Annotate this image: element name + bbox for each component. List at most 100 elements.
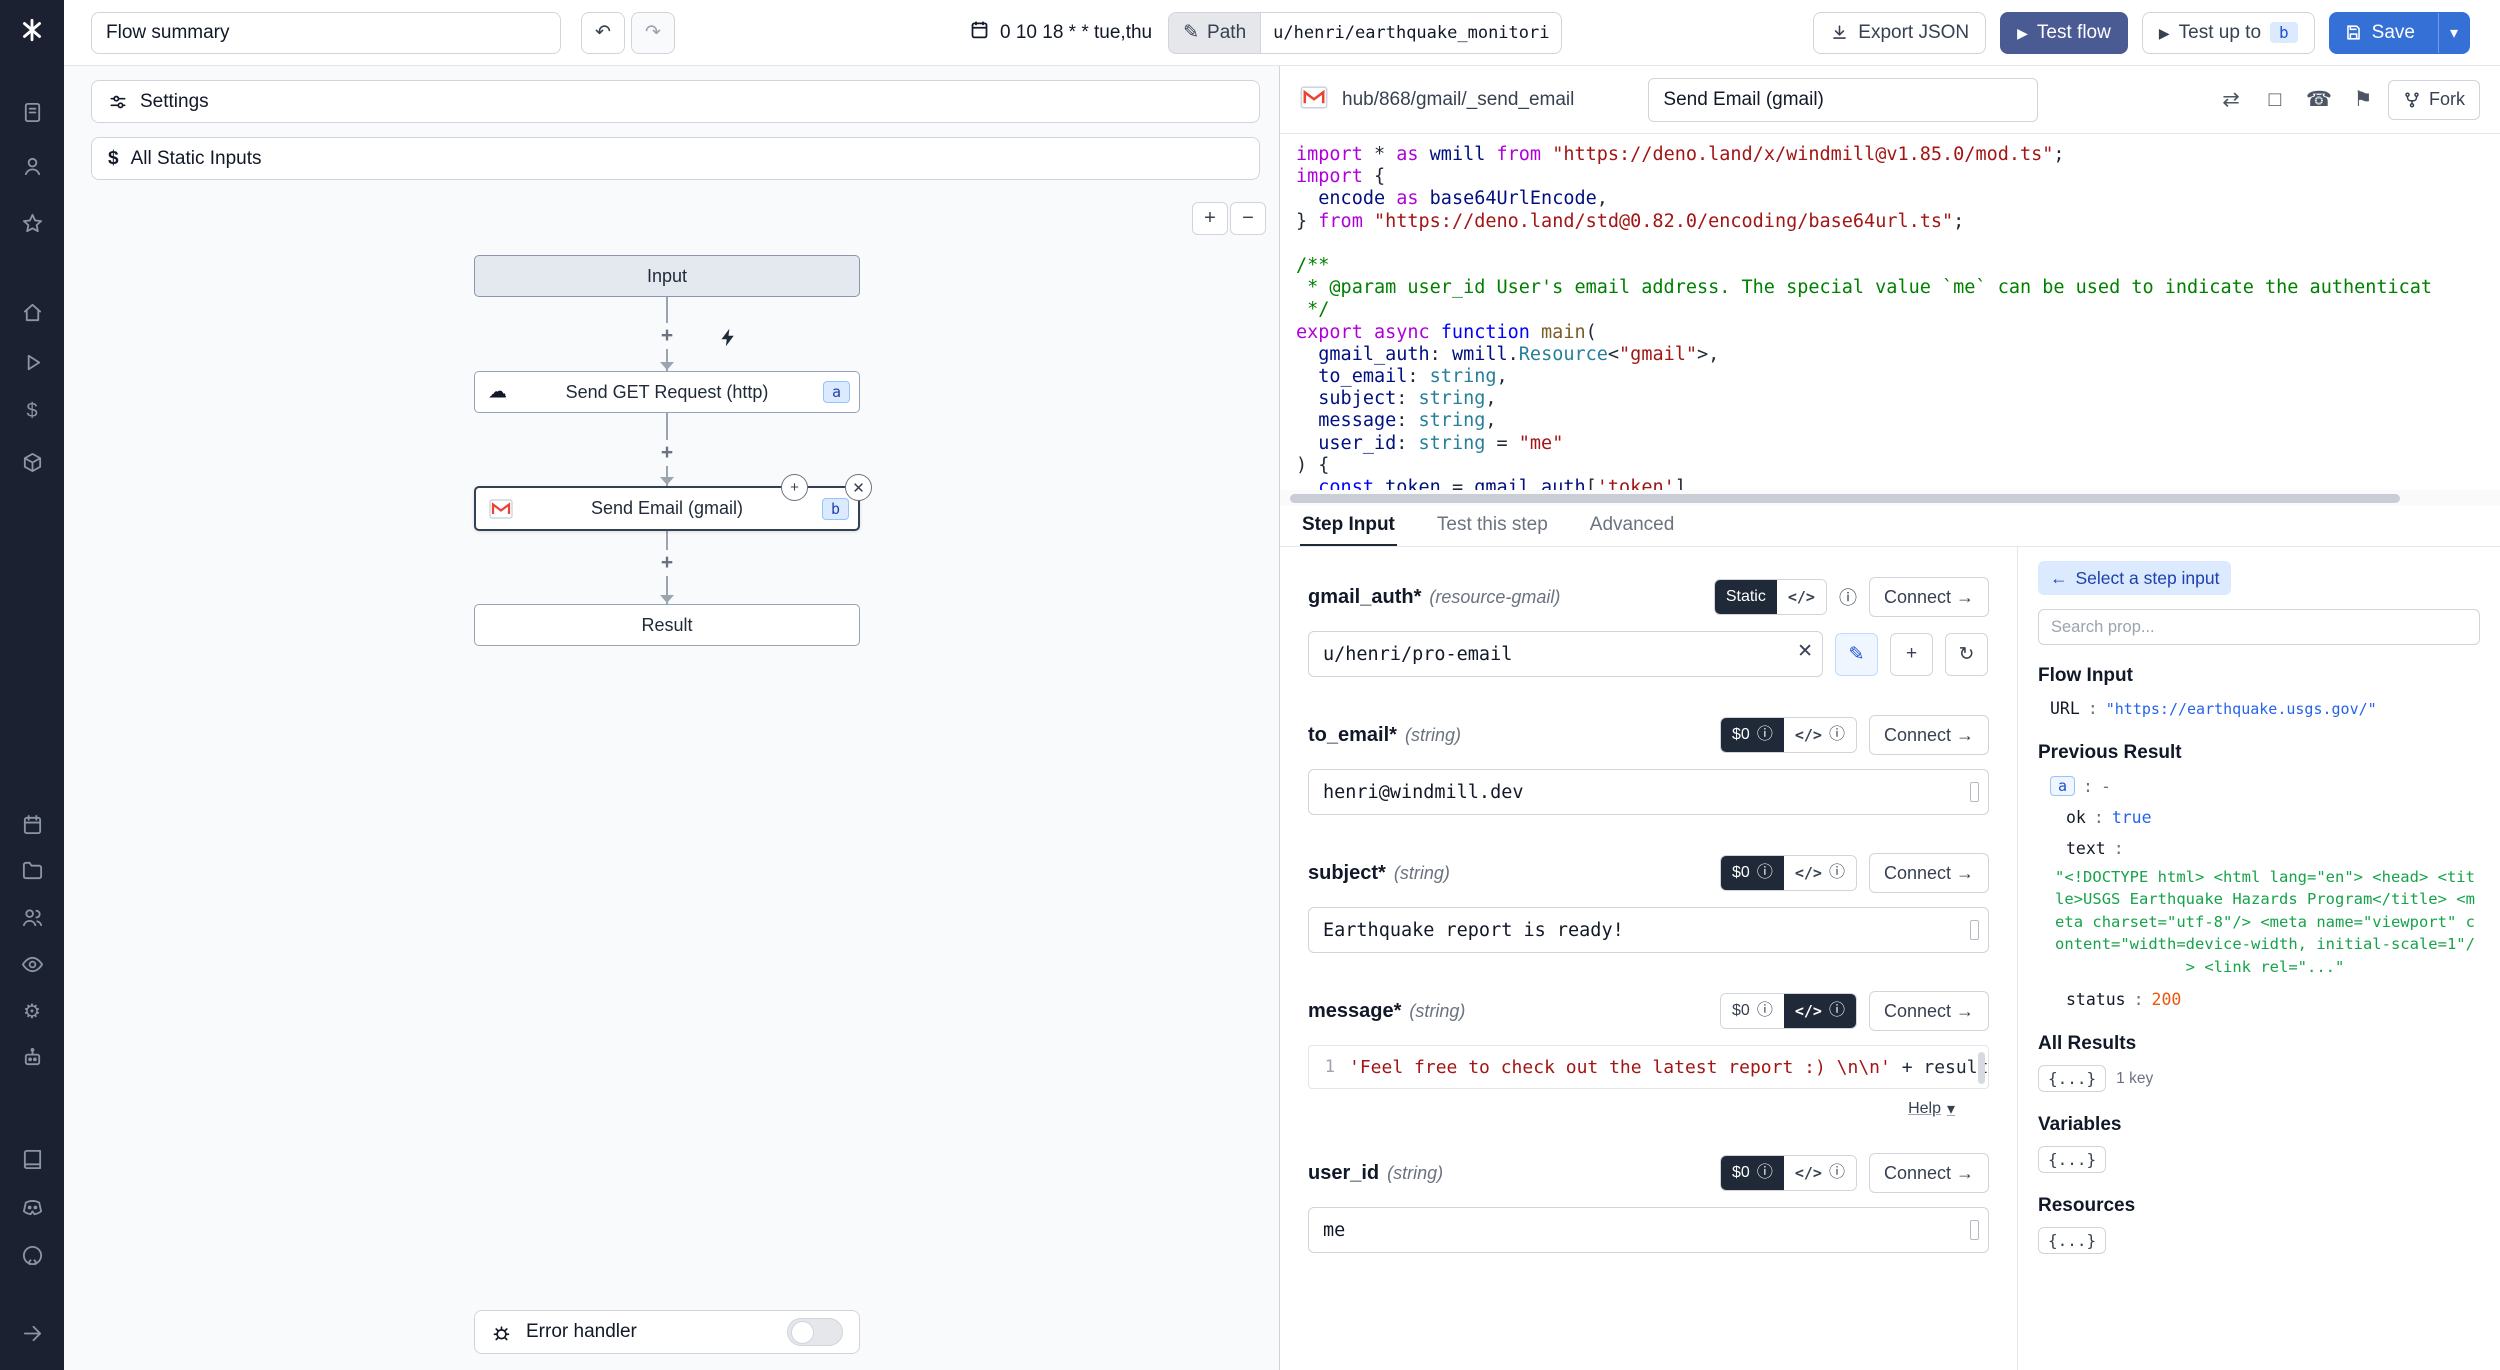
phone-icon[interactable]: ☎ [2300, 81, 2338, 119]
info-icon[interactable]: ⓘ [1839, 584, 1857, 610]
path-edit-button[interactable]: ✎Path [1168, 12, 1260, 54]
sidebar-home-icon[interactable] [0, 294, 64, 330]
undo-button[interactable]: ↶ [581, 12, 625, 54]
error-handler-bar[interactable]: Error handler [474, 1310, 860, 1354]
fork-button[interactable]: Fork [2388, 80, 2480, 120]
sidebar-notebook-icon[interactable] [0, 94, 64, 130]
tab-step-input[interactable]: Step Input [1300, 506, 1397, 546]
static-mode-segment[interactable]: $0ⓘ [1721, 994, 1784, 1028]
expand-object-button[interactable]: {...} [2038, 1146, 2106, 1173]
save-dropdown-button[interactable]: ▾ [2438, 13, 2469, 53]
connect-button[interactable]: Connect → [1869, 715, 1989, 755]
sidebar-user-icon[interactable] [0, 148, 64, 184]
info-icon[interactable]: ⓘ [1757, 727, 1773, 743]
export-json-button[interactable]: Export JSON [1813, 12, 1986, 54]
refresh-resource-button[interactable]: ↻ [1945, 633, 1988, 676]
clear-resource-icon[interactable]: ✕ [1797, 640, 1813, 663]
sidebar-resources-icon[interactable] [0, 444, 64, 480]
sidebar-groups-icon[interactable] [0, 899, 64, 935]
info-icon[interactable]: ⓘ [1829, 727, 1845, 743]
path-input[interactable] [1260, 12, 1562, 54]
windmill-logo-icon[interactable] [0, 12, 64, 48]
static-mode-segment[interactable]: $0ⓘ [1721, 718, 1784, 752]
sidebar-folders-icon[interactable] [0, 852, 64, 888]
save-button[interactable]: Save ▾ [2329, 12, 2470, 54]
sidebar-settings-icon[interactable]: ⚙ [0, 993, 64, 1029]
flow-summary-input[interactable] [91, 12, 561, 54]
box-icon[interactable]: □ [2256, 81, 2294, 119]
connect-button[interactable]: Connect → [1869, 577, 1989, 617]
trigger-bolt-icon[interactable] [714, 323, 742, 351]
info-icon[interactable]: ⓘ [1757, 1165, 1773, 1181]
tab-test-this-step[interactable]: Test this step [1435, 506, 1550, 546]
error-handler-toggle[interactable] [787, 1318, 843, 1346]
code-editor[interactable]: import * as wmill from "https://deno.lan… [1280, 134, 2500, 490]
help-link[interactable]: Help▾ [1908, 1099, 1955, 1119]
sidebar-schedules-icon[interactable] [0, 806, 64, 842]
resource-input[interactable] [1308, 631, 1823, 677]
add-step-button[interactable]: + [654, 550, 680, 576]
expand-object-button[interactable]: {...} [2038, 1065, 2106, 1092]
message-expression-editor[interactable]: 1 'Feel free to check out the latest rep… [1308, 1045, 1989, 1089]
flow-static-inputs-bar[interactable]: $ All Static Inputs [91, 137, 1260, 180]
edit-resource-button[interactable]: ✎ [1835, 633, 1878, 676]
flow-node-result[interactable]: Result [474, 604, 860, 646]
sidebar-star-icon[interactable] [0, 205, 64, 241]
subject-input[interactable] [1308, 907, 1989, 953]
editor-scrollbar[interactable] [1978, 1052, 1985, 1084]
sidebar-audit-icon[interactable] [0, 946, 64, 982]
add-resource-button[interactable]: + [1890, 633, 1933, 676]
zoom-out-button[interactable]: − [1230, 202, 1266, 235]
info-icon[interactable]: ⓘ [1829, 865, 1845, 881]
info-icon[interactable]: ⓘ [1757, 865, 1773, 881]
sidebar-docs-icon[interactable] [0, 1141, 64, 1177]
insert-step-icon[interactable]: + [781, 474, 808, 501]
sidebar-variables-icon[interactable]: $ [0, 393, 64, 429]
info-icon[interactable]: ⓘ [1829, 1165, 1845, 1181]
add-step-button[interactable]: + [654, 440, 680, 466]
search-prop-input[interactable] [2038, 609, 2480, 645]
expand-object-button[interactable]: {...} [2038, 1227, 2106, 1254]
to-email-input[interactable] [1308, 769, 1989, 815]
select-step-input-button[interactable]: ← Select a step input [2038, 561, 2231, 595]
url-value-link[interactable]: "https://earthquake.usgs.gov/" [2106, 700, 2377, 718]
test-up-to-button[interactable]: ▶Test up tob [2142, 12, 2315, 54]
user-id-input[interactable] [1308, 1207, 1989, 1253]
code-mode-segment[interactable]: </>ⓘ [1784, 994, 1856, 1028]
sync-icon[interactable]: ⇄ [2212, 81, 2250, 119]
test-flow-button[interactable]: ▶Test flow [2000, 12, 2128, 54]
flow-settings-bar[interactable]: Settings [91, 80, 1260, 123]
schedule-summary[interactable]: 0 10 18 * * tue,thu [969, 19, 1152, 46]
sidebar-collapse-icon[interactable] [0, 1315, 64, 1351]
static-mode-segment[interactable]: $0ⓘ [1721, 856, 1784, 890]
static-mode-segment[interactable]: Static [1715, 580, 1777, 614]
info-icon[interactable]: ⓘ [1757, 1003, 1773, 1019]
sidebar-workers-icon[interactable] [0, 1039, 64, 1075]
flow-node-gmail[interactable]: Send Email (gmail) b + ✕ [474, 486, 860, 531]
tab-advanced[interactable]: Advanced [1588, 506, 1677, 546]
sidebar-github-icon[interactable] [0, 1237, 64, 1273]
connect-button[interactable]: Connect → [1869, 991, 1989, 1031]
connect-button[interactable]: Connect → [1869, 1153, 1989, 1193]
step-a-badge[interactable]: a [2050, 776, 2075, 796]
sidebar-discord-icon[interactable] [0, 1189, 64, 1225]
code-mode-segment[interactable]: </>ⓘ [1784, 718, 1856, 752]
static-mode-segment[interactable]: $0ⓘ [1721, 1156, 1784, 1190]
connect-button[interactable]: Connect → [1869, 853, 1989, 893]
delete-step-icon[interactable]: ✕ [845, 474, 872, 501]
zoom-in-button[interactable]: + [1192, 202, 1228, 235]
code-mode-segment[interactable]: </> [1777, 580, 1826, 614]
flag-icon[interactable]: ⚑ [2344, 81, 2382, 119]
code-mode-segment[interactable]: </>ⓘ [1784, 856, 1856, 890]
scrollbar-thumb[interactable] [1290, 494, 2400, 503]
collapse-toggle[interactable]: - [2101, 777, 2111, 796]
flow-node-input[interactable]: Input [474, 255, 860, 297]
info-icon[interactable]: ⓘ [1829, 1003, 1845, 1019]
redo-button[interactable]: ↷ [631, 12, 675, 54]
flow-node-http[interactable]: ☁ Send GET Request (http) a [474, 371, 860, 413]
add-step-button[interactable]: + [654, 323, 680, 349]
editor-header: hub/868/gmail/_send_email ⇄ □ ☎ ⚑ Fork [1280, 66, 2500, 134]
code-mode-segment[interactable]: </>ⓘ [1784, 1156, 1856, 1190]
sidebar-runs-icon[interactable] [0, 344, 64, 380]
step-name-input[interactable] [1648, 78, 2038, 122]
